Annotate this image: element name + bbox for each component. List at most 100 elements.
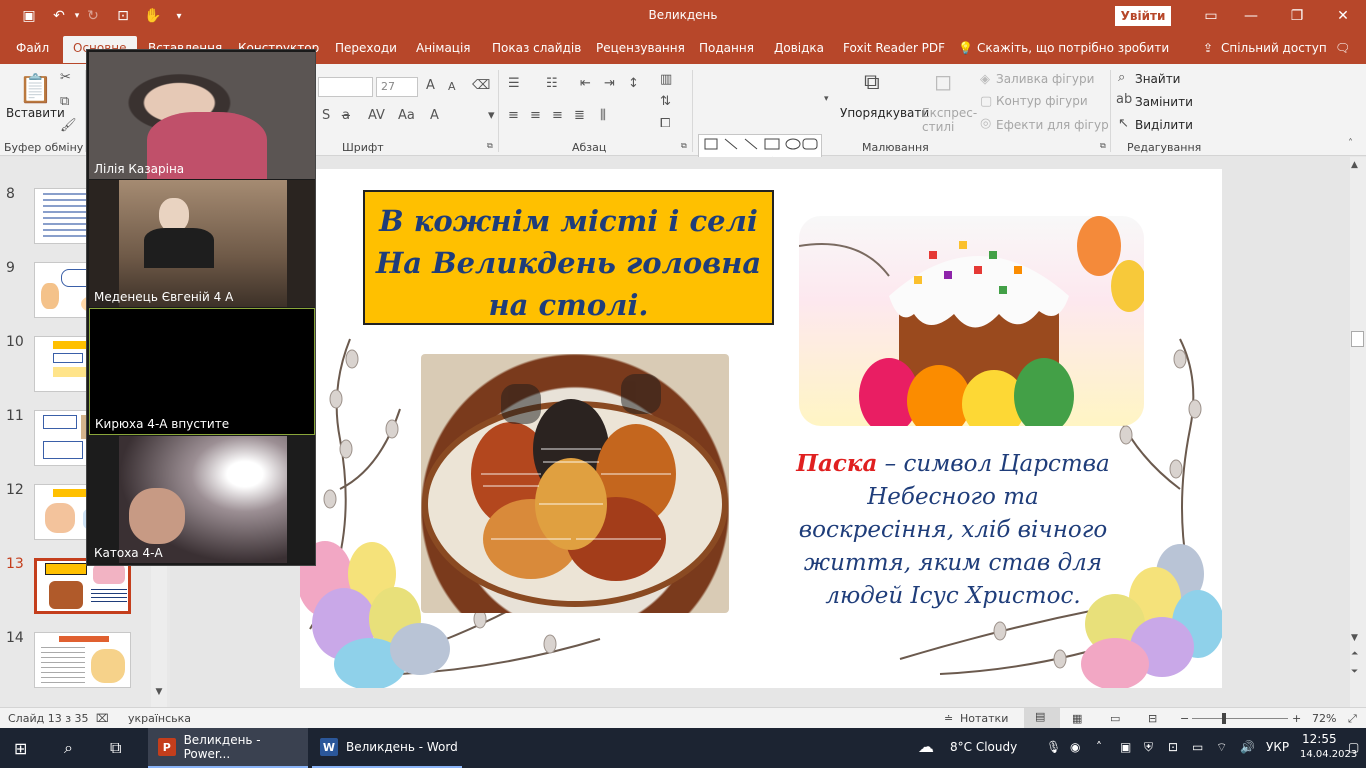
increase-indent-icon[interactable]: ⇥: [604, 76, 615, 91]
zoom-out-icon[interactable]: −: [1180, 712, 1189, 725]
security-icon[interactable]: ⛨: [1144, 740, 1153, 755]
previous-slide-icon[interactable]: ⏶: [1351, 649, 1358, 659]
font-color-icon[interactable]: A: [430, 108, 439, 123]
cut-icon[interactable]: ✂: [60, 70, 71, 85]
format-painter-icon[interactable]: 🖌: [60, 118, 77, 133]
scroll-down-icon[interactable]: ▼: [152, 687, 166, 701]
participant-tile-1[interactable]: Лілія Казаріна: [89, 52, 315, 179]
pysanky-plate-image[interactable]: [421, 354, 729, 613]
replace-button[interactable]: Замінити: [1135, 95, 1193, 109]
align-right-icon[interactable]: ≡: [552, 108, 563, 123]
notes-icon[interactable]: ≐: [944, 712, 953, 725]
volume-icon[interactable]: 🔊: [1240, 740, 1255, 754]
zoom-slider-thumb[interactable]: [1222, 713, 1226, 724]
weather-text[interactable]: 8°C Cloudy: [950, 740, 1017, 754]
participant-tile-2[interactable]: Меденець Євгеній 4 А: [89, 180, 315, 307]
tab-view[interactable]: Подання: [699, 41, 754, 55]
shape-fill-button[interactable]: Заливка фігури: [996, 72, 1094, 86]
select-button[interactable]: Виділити: [1135, 118, 1193, 132]
participant-tile-4[interactable]: Катоха 4-А: [89, 436, 315, 563]
zoom-in-icon[interactable]: +: [1292, 712, 1301, 725]
headline-textbox[interactable]: В кожнім місті і селі На Великдень голов…: [363, 190, 774, 325]
scroll-down-icon[interactable]: ▼: [1351, 633, 1358, 643]
taskbar-powerpoint[interactable]: P Великдень - Power...: [148, 728, 308, 768]
comments-icon[interactable]: 🗨: [1335, 41, 1350, 55]
tab-review[interactable]: Рецензування: [596, 41, 685, 55]
notes-button[interactable]: Нотатки: [960, 712, 1008, 725]
char-spacing-icon[interactable]: AV: [368, 108, 385, 123]
tab-animations[interactable]: Анімація: [416, 41, 471, 55]
language-indicator[interactable]: українська: [128, 712, 191, 725]
smartart-icon[interactable]: ⧠: [660, 116, 670, 131]
find-button[interactable]: Знайти: [1135, 72, 1180, 86]
arrange-button[interactable]: Упорядкувати: [840, 106, 929, 120]
display-icon[interactable]: ▭: [1192, 740, 1203, 754]
copy-icon[interactable]: ⧉: [60, 94, 69, 109]
chevron-up-icon[interactable]: ˄: [1096, 740, 1102, 754]
task-view-icon[interactable]: ⧉: [110, 728, 121, 768]
shape-fill-icon[interactable]: ◈: [980, 72, 990, 87]
decrease-indent-icon[interactable]: ⇤: [580, 76, 591, 91]
justify-icon[interactable]: ≣: [574, 108, 585, 123]
next-slide-icon[interactable]: ⏷: [1351, 667, 1358, 677]
slide-thumbnail-13[interactable]: [34, 558, 131, 614]
slideshow-view-icon[interactable]: ⊟: [1148, 712, 1157, 725]
columns-icon[interactable]: ▥: [660, 72, 672, 87]
scroll-thumb[interactable]: [1351, 331, 1364, 347]
font-size-combo[interactable]: 27: [376, 77, 418, 97]
paste-button[interactable]: Вставити: [6, 106, 65, 120]
tab-transitions[interactable]: Переходи: [335, 41, 397, 55]
align-center-icon[interactable]: ≡: [530, 108, 541, 123]
tab-file[interactable]: Файл: [16, 41, 49, 55]
paska-image[interactable]: [799, 216, 1144, 426]
zoom-slider[interactable]: [1192, 718, 1288, 719]
shape-effects-button[interactable]: Ефекти для фігур: [996, 118, 1109, 132]
wifi-icon[interactable]: ⌔: [1216, 740, 1227, 755]
paragraph-dialog-launcher-icon[interactable]: ⧉: [681, 141, 687, 151]
paste-icon[interactable]: 📋: [18, 72, 53, 105]
bullets-icon[interactable]: ☰: [508, 76, 520, 91]
fit-to-window-icon[interactable]: ⤢: [1348, 712, 1357, 726]
ribbon-options-icon[interactable]: ▭: [1196, 4, 1226, 28]
windows-start-icon[interactable]: ⊞: [14, 728, 27, 768]
network-device-icon[interactable]: ⊡: [1168, 740, 1178, 754]
font-color-dropdown-icon[interactable]: ▾: [488, 108, 495, 123]
sign-in-button[interactable]: Увійти: [1115, 6, 1171, 26]
font-name-combo[interactable]: [318, 77, 373, 97]
change-case-icon[interactable]: Aa: [398, 108, 415, 123]
zoom-level[interactable]: 72%: [1312, 712, 1336, 725]
paska-quote-text[interactable]: Паска – символ Царства Небесного та воск…: [788, 447, 1118, 613]
slide-sorter-icon[interactable]: ▦: [1072, 712, 1082, 725]
quick-styles-button[interactable]: Експрес-стилі: [922, 106, 977, 134]
video-call-panel[interactable]: Лілія Казаріна Меденець Євгеній 4 А Кирю…: [86, 49, 316, 566]
numbering-icon[interactable]: ☷: [546, 76, 558, 91]
input-language[interactable]: УКР: [1266, 740, 1289, 754]
app-tray-icon[interactable]: ▣: [1120, 740, 1131, 754]
participant-tile-3[interactable]: Кирюха 4-А впустите: [89, 308, 315, 435]
close-icon[interactable]: ✕: [1328, 4, 1358, 28]
tab-slideshow[interactable]: Показ слайдів: [492, 41, 581, 55]
line-spacing-icon[interactable]: ↕: [628, 76, 639, 91]
quick-styles-icon[interactable]: ◻: [934, 70, 952, 95]
text-shadow-icon[interactable]: S: [322, 108, 330, 123]
find-icon[interactable]: ⌕: [1118, 70, 1125, 85]
replace-icon[interactable]: ab: [1116, 92, 1132, 107]
notifications-icon[interactable]: ▢: [1348, 740, 1359, 754]
tell-me-search[interactable]: Скажіть, що потрібно зробити: [977, 41, 1169, 55]
restore-icon[interactable]: ❐: [1282, 4, 1312, 28]
drawing-dialog-launcher-icon[interactable]: ⧉: [1100, 141, 1106, 151]
grow-font-icon[interactable]: A: [426, 78, 435, 93]
shape-outline-button[interactable]: Контур фігури: [996, 94, 1088, 108]
microphone-icon[interactable]: 🎙: [1046, 740, 1061, 754]
shapes-more-icon[interactable]: ▾: [824, 94, 829, 104]
reading-view-icon[interactable]: ▭: [1110, 712, 1120, 725]
text-direction-icon[interactable]: ⇅: [660, 94, 671, 109]
shrink-font-icon[interactable]: A: [448, 80, 456, 93]
editor-scrollbar[interactable]: ▲ ▼ ⏶ ⏷: [1350, 157, 1366, 707]
zoom-app-icon[interactable]: ◉: [1070, 740, 1080, 754]
align-left-icon[interactable]: ≡: [508, 108, 519, 123]
scroll-up-icon[interactable]: ▲: [1351, 160, 1358, 170]
shape-outline-icon[interactable]: ▢: [980, 94, 992, 109]
shape-effects-icon[interactable]: ◎: [980, 116, 991, 131]
normal-view-icon[interactable]: ▤: [1024, 708, 1060, 728]
